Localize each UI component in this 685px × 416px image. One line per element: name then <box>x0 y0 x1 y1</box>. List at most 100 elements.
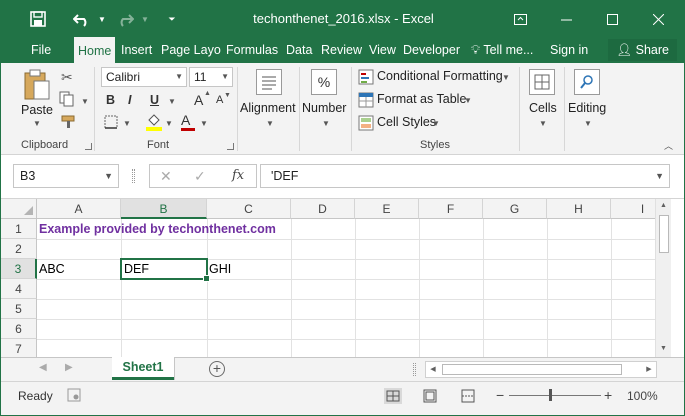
cell-a3[interactable]: ABC <box>37 259 65 279</box>
font-name-combo[interactable]: Calibri ▼ <box>101 67 187 87</box>
tab-insert[interactable]: Insert <box>121 37 152 63</box>
zoom-out-button[interactable]: − <box>496 387 504 403</box>
gridline <box>611 219 612 357</box>
scroll-down-icon[interactable]: ▼ <box>656 342 671 356</box>
horizontal-scrollbar[interactable]: ◀ ▶ <box>425 361 657 378</box>
status-ready: Ready <box>18 389 53 403</box>
cut-icon[interactable]: ✂ <box>61 69 73 86</box>
cancel-icon[interactable]: ✕ <box>160 165 172 187</box>
editing-button[interactable]: Editing ▼ <box>566 67 610 133</box>
grow-font-button[interactable]: A <box>194 92 203 108</box>
borders-icon[interactable] <box>104 115 118 132</box>
enter-icon[interactable]: ✓ <box>194 165 206 187</box>
column-header-e[interactable]: E <box>355 199 419 219</box>
underline-button[interactable]: U <box>150 93 159 107</box>
italic-button[interactable]: I <box>128 93 131 107</box>
person-icon: 👤︎ <box>616 43 633 57</box>
minimize-icon[interactable] <box>543 1 589 37</box>
scroll-left-icon[interactable]: ◀ <box>426 362 440 377</box>
tell-me-box[interactable]: 💡︎ Tell me... <box>471 37 533 63</box>
format-painter-icon[interactable] <box>61 115 77 132</box>
maximize-icon[interactable] <box>589 1 635 37</box>
sign-in-link[interactable]: Sign in <box>550 37 588 63</box>
tab-view[interactable]: View <box>369 37 396 63</box>
column-header-c[interactable]: C <box>207 199 291 219</box>
zoom-in-button[interactable]: + <box>604 387 612 403</box>
zoom-level[interactable]: 100% <box>627 389 658 403</box>
tab-file[interactable]: File <box>31 37 51 63</box>
previous-sheet-icon[interactable]: ◀ <box>39 362 47 373</box>
page-break-view-icon[interactable] <box>460 388 476 407</box>
column-header-f[interactable]: F <box>419 199 483 219</box>
gridline <box>547 219 548 357</box>
worksheet-grid[interactable]: A B C D E F G H I 1 2 3 4 5 6 7 Example … <box>1 199 655 357</box>
tab-home[interactable]: Home <box>74 37 116 63</box>
vertical-scrollbar[interactable]: ▲ ▼ <box>655 199 671 357</box>
tab-data[interactable]: Data <box>286 37 312 63</box>
paste-button[interactable]: Paste ▼ <box>19 69 55 135</box>
clipboard-launcher-icon[interactable] <box>85 143 92 150</box>
font-color-dropdown-icon[interactable]: ▼ <box>200 119 208 128</box>
formula-input[interactable]: 'DEF ▼ <box>260 164 670 188</box>
share-button[interactable]: 👤︎ Share <box>608 39 677 61</box>
tab-formulas[interactable]: Formulas <box>226 37 278 63</box>
column-header-a[interactable]: A <box>37 199 121 219</box>
cells-button[interactable]: Cells ▼ <box>523 67 563 133</box>
alignment-button[interactable]: Alignment ▼ <box>240 67 298 133</box>
vertical-scroll-thumb[interactable] <box>659 215 669 253</box>
scroll-up-icon[interactable]: ▲ <box>656 199 671 213</box>
formula-bar-splitter[interactable] <box>132 169 135 183</box>
expand-formula-bar-icon[interactable]: ▼ <box>655 165 664 187</box>
font-size-combo[interactable]: 11 ▼ <box>189 67 233 87</box>
format-as-table-button[interactable]: Format as Table ▼ <box>358 91 478 109</box>
insert-function-icon[interactable]: fx <box>232 165 244 187</box>
tab-page-layout[interactable]: Page Layo <box>161 37 221 63</box>
row-header-6[interactable]: 6 <box>1 319 37 339</box>
row-header-1[interactable]: 1 <box>1 219 37 239</box>
add-sheet-button[interactable]: + <box>209 361 225 377</box>
borders-dropdown-icon[interactable]: ▼ <box>123 119 131 128</box>
font-color-icon[interactable]: A <box>181 112 195 131</box>
font-launcher-icon[interactable] <box>227 143 234 150</box>
bold-button[interactable]: B <box>106 93 115 107</box>
close-icon[interactable] <box>635 1 681 37</box>
tab-developer[interactable]: Developer <box>403 37 460 63</box>
cell-a1[interactable]: Example provided by techonthenet.com <box>37 219 276 239</box>
column-header-h[interactable]: H <box>547 199 611 219</box>
cell-styles-button[interactable]: Cell Styles ▼ <box>358 114 448 132</box>
column-header-g[interactable]: G <box>483 199 547 219</box>
row-header-7[interactable]: 7 <box>1 339 37 357</box>
underline-dropdown-icon[interactable]: ▼ <box>168 97 176 106</box>
normal-view-icon[interactable] <box>384 388 402 404</box>
zoom-slider[interactable] <box>509 389 601 401</box>
tab-review[interactable]: Review <box>321 37 362 63</box>
column-header-b[interactable]: B <box>121 199 207 219</box>
conditional-formatting-button[interactable]: Conditional Formatting ▼ <box>358 68 518 86</box>
group-divider <box>519 67 520 151</box>
fill-color-icon[interactable] <box>146 113 162 134</box>
row-header-5[interactable]: 5 <box>1 299 37 319</box>
collapse-ribbon-icon[interactable]: ︿ <box>664 139 673 152</box>
name-box[interactable]: B3 ▼ <box>13 164 119 188</box>
cell-c3[interactable]: GHI <box>207 259 231 279</box>
scroll-right-icon[interactable]: ▶ <box>642 362 656 377</box>
next-sheet-icon[interactable]: ▶ <box>65 362 73 373</box>
ribbon-display-options-icon[interactable] <box>497 1 543 37</box>
sheet-tab-sheet1[interactable]: Sheet1 <box>112 357 174 380</box>
row-header-4[interactable]: 4 <box>1 279 37 299</box>
tab-splitter[interactable] <box>413 363 416 376</box>
number-button[interactable]: % Number ▼ <box>301 67 351 133</box>
copy-icon[interactable] <box>59 91 75 110</box>
macro-record-icon[interactable] <box>67 388 81 405</box>
copy-dropdown-icon[interactable]: ▼ <box>81 97 89 106</box>
shrink-font-button[interactable]: A <box>216 94 223 106</box>
column-header-d[interactable]: D <box>291 199 355 219</box>
fill-color-dropdown-icon[interactable]: ▼ <box>165 119 173 128</box>
row-header-2[interactable]: 2 <box>1 239 37 259</box>
column-header-i[interactable]: I <box>611 199 655 219</box>
row-header-3[interactable]: 3 <box>1 259 37 279</box>
select-all-button[interactable] <box>1 199 37 219</box>
horizontal-scroll-thumb[interactable] <box>442 364 622 375</box>
zoom-slider-thumb[interactable] <box>549 389 552 401</box>
page-layout-view-icon[interactable] <box>422 388 438 407</box>
